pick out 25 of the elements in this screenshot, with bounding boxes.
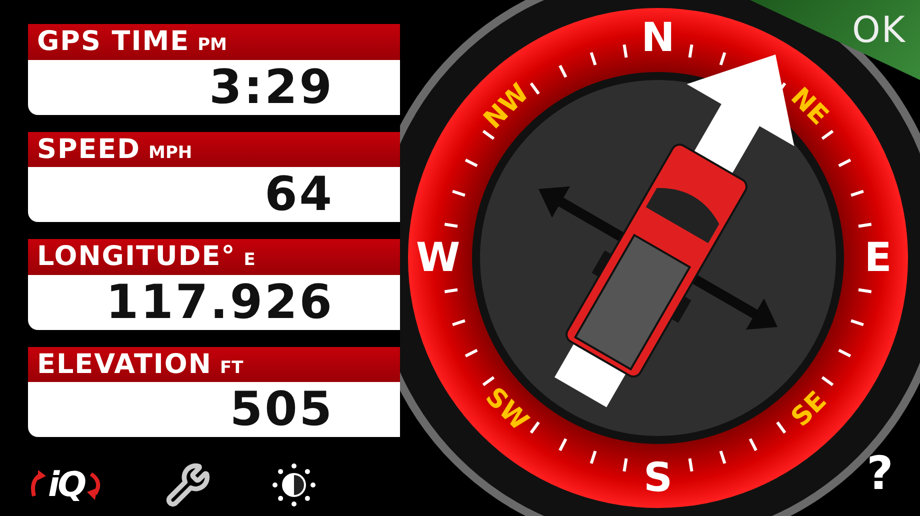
logo-text: iQ <box>48 465 85 506</box>
readout-label: SPEED <box>37 134 141 166</box>
readout-label: LONGITUDE° <box>37 241 236 274</box>
compass-direction-label: N <box>641 15 675 61</box>
compass-direction-label: NE <box>784 82 834 132</box>
logo-button[interactable]: iQ <box>28 465 105 506</box>
readout-label: ELEVATION <box>37 348 212 381</box>
readout-value: 3:29 <box>208 60 335 115</box>
compass-direction-label: SE <box>786 386 833 433</box>
compass-direction-label: SW <box>479 382 534 437</box>
readout-value: 117.926 <box>104 274 335 330</box>
compass-direction-label: S <box>644 455 672 501</box>
readout-label: GPS TIME <box>37 26 190 58</box>
readout-unit: PM <box>198 35 227 55</box>
brightness-icon[interactable] <box>270 462 317 508</box>
readout-value: 64 <box>264 167 335 222</box>
wrench-icon[interactable] <box>164 462 211 508</box>
readout-value: 505 <box>228 382 335 438</box>
readout-unit: E <box>244 250 256 270</box>
help-button[interactable]: ? <box>858 446 902 498</box>
compass-direction-label: W <box>416 235 460 281</box>
compass-direction-label: NW <box>478 78 536 136</box>
compass-direction-label: E <box>864 235 892 281</box>
readout-unit: MPH <box>148 142 192 163</box>
readout-unit: FT <box>220 358 244 378</box>
